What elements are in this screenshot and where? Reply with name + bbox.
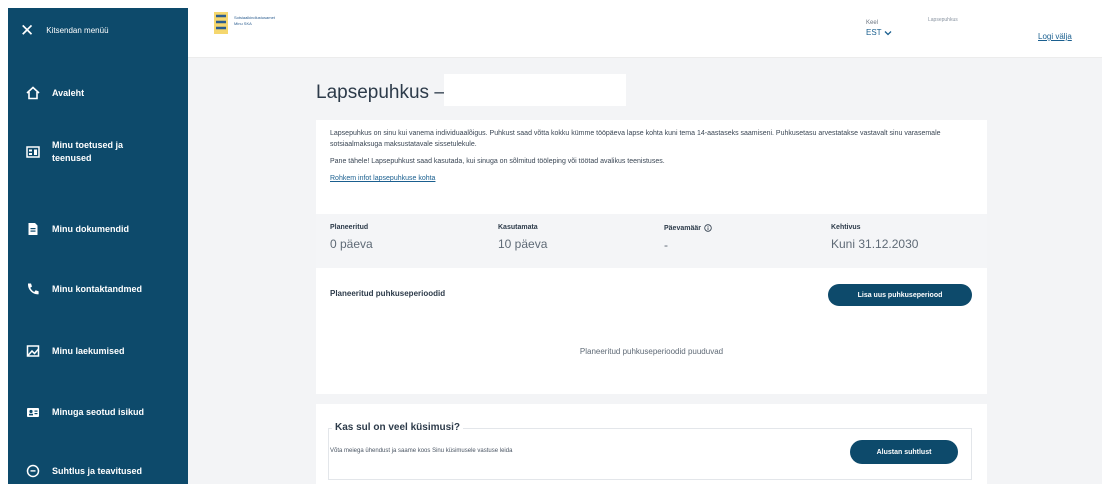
language-selector[interactable]: Keel EST [866, 20, 892, 37]
people-icon [26, 405, 40, 419]
stat-daily-rate: Päevamäär - [664, 224, 712, 252]
sidebar-item-related-persons[interactable]: Minuga seotud isikud [8, 405, 188, 419]
chevron-down-icon [884, 30, 892, 35]
empty-periods-text: Planeeritud puhkuseperioodid puuduvad [579, 347, 724, 356]
intro-text: Lapsepuhkus on sinu kui vanema individua… [316, 120, 987, 184]
stat-unused: Kasutamata 10 päeva [498, 224, 547, 251]
questions-card: Kas sul on veel küsimusi? Võta meiega üh… [316, 404, 987, 484]
logo[interactable]: Sotsiaalkindlustusamet Minu SKA [214, 12, 275, 34]
language-value: EST [866, 28, 892, 37]
stat-label: Päevamäär [664, 224, 712, 232]
start-contact-button[interactable]: Alustan suhtlust [850, 440, 958, 464]
sidebar-item-label: Minu dokumendid [52, 223, 129, 234]
questions-title: Kas sul on veel küsimusi? [332, 422, 464, 433]
phone-icon [26, 282, 40, 296]
close-icon: ✕ [20, 20, 35, 40]
redacted-name-area [444, 74, 626, 106]
stat-value: Kuni 31.12.2030 [831, 237, 919, 251]
benefits-icon [26, 145, 40, 159]
user-name: Lapsepuhkus [928, 17, 958, 23]
sidebar-item-label: Minuga seotud isikud [52, 406, 145, 417]
stat-label: Planeeritud [330, 224, 369, 231]
add-leave-period-button[interactable]: Lisa uus puhkuseperiood [828, 284, 972, 306]
planned-periods-title: Planeeritud puhkuseperioodid [330, 289, 446, 298]
logo-text: Sotsiaalkindlustusamet Minu SKA [234, 12, 275, 27]
sidebar-item-home[interactable]: Avaleht [8, 86, 188, 100]
payments-icon [26, 344, 40, 358]
sidebar-item-label: Minu toetused ja teenused [52, 140, 124, 163]
info-icon[interactable] [704, 224, 712, 232]
sidebar-item-communication[interactable]: Suhtlus ja teavitused [8, 464, 188, 478]
intro-paragraph-1: Lapsepuhkus on sinu kui vanema individua… [330, 130, 941, 148]
child-leave-card: Lapsepuhkus on sinu kui vanema individua… [316, 120, 987, 394]
sidebar-item-benefits[interactable]: Minu toetused ja teenused [8, 139, 188, 165]
sidebar-item-label: Minu laekumised [52, 345, 125, 356]
stat-label: Kehtivus [831, 224, 861, 231]
document-icon [26, 222, 40, 236]
stats-row: Planeeritud 0 päeva Kasutamata 10 päeva … [316, 214, 987, 268]
collapse-menu-button[interactable]: ✕ Kitsendan menüü [8, 8, 188, 52]
top-header: Sotsiaalkindlustusamet Minu SKA Keel EST… [188, 8, 1102, 58]
more-info-link[interactable]: Rohkem infot lapsepuhkuse kohta [330, 175, 435, 182]
stat-value: 0 päeva [330, 237, 373, 251]
language-caption: Keel [866, 20, 879, 26]
logout-link[interactable]: Logi välja [1038, 32, 1072, 41]
collapse-menu-label: Kitsendan menüü [46, 25, 109, 35]
sidebar-item-label: Suhtlus ja teavitused [52, 465, 143, 476]
sidebar-item-contacts[interactable]: Minu kontaktandmed [8, 282, 188, 296]
stat-label-text: Päevamäär [664, 224, 701, 232]
sidebar-item-documents[interactable]: Minu dokumendid [8, 222, 188, 236]
logo-line2: Minu SKA [234, 21, 252, 26]
chat-icon [26, 464, 40, 478]
state-crest-icon [214, 12, 228, 34]
questions-text: Võta meiega ühendust ja saame koos Sinu … [330, 448, 513, 454]
sidebar: ✕ Kitsendan menüü Avaleht Minu toetused … [8, 8, 188, 484]
main-content: Lapsepuhkus – Lapsepuhkus on sinu kui va… [188, 58, 1102, 484]
language-code: EST [866, 28, 882, 37]
page-title: Lapsepuhkus – [316, 82, 445, 103]
sidebar-item-label: Minu kontaktandmed [52, 283, 143, 294]
stat-planned: Planeeritud 0 päeva [330, 224, 373, 251]
intro-paragraph-2: Pane tähele! Lapsepuhkust saad kasutada,… [330, 158, 665, 165]
stat-label: Kasutamata [498, 224, 538, 231]
sidebar-item-payments[interactable]: Minu laekumised [8, 344, 188, 358]
home-icon [26, 86, 40, 100]
stat-validity: Kehtivus Kuni 31.12.2030 [831, 224, 918, 251]
sidebar-item-label: Avaleht [52, 87, 85, 98]
stat-value: - [664, 238, 668, 252]
stat-value: 10 päeva [498, 237, 548, 251]
